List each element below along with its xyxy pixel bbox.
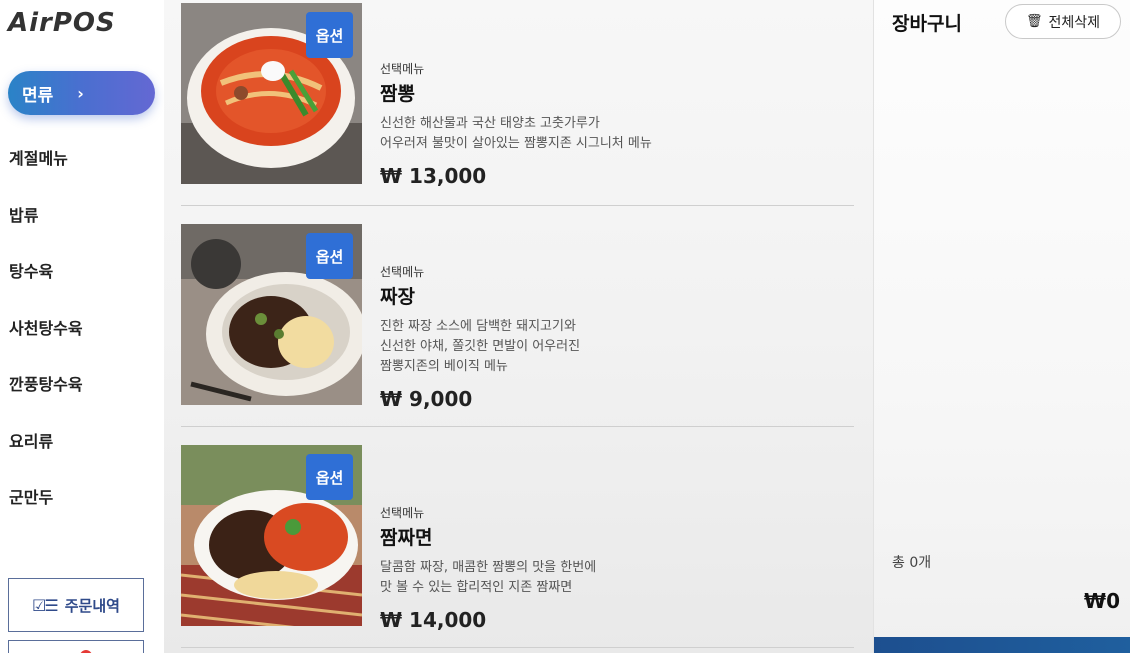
- menu-item-price: ₩ 9,000: [380, 387, 473, 411]
- category-sidebar: AirPOS 면류 › 계절메뉴 밥류 탕수육 사천탕수육 깐풍탕수육 요리류 …: [0, 0, 164, 653]
- menu-item-tag: 선택메뉴: [380, 506, 425, 520]
- category-item-dumplings[interactable]: 군만두: [9, 477, 159, 534]
- category-item-rice[interactable]: 밥류: [9, 195, 159, 252]
- menu-item-description: 진한 짜장 소스에 담백한 돼지고기와 신선한 야채, 쫄깃한 면발이 어우러진…: [380, 319, 581, 374]
- item-divider: [181, 647, 854, 648]
- menu-item-info: 선택메뉴 짜장 진한 짜장 소스에 담백한 돼지고기와 신선한 야채, 쫄깃한 …: [380, 263, 580, 411]
- category-item-seasonal[interactable]: 계절메뉴: [9, 138, 159, 195]
- category-active-noodles[interactable]: 면류 ›: [8, 71, 155, 115]
- call-staff-button[interactable]: [8, 640, 144, 653]
- option-badge: 옵션: [306, 233, 353, 279]
- cart-total-price: ₩0: [1084, 589, 1120, 613]
- item-divider: [181, 205, 854, 206]
- menu-item-tag: 선택메뉴: [380, 265, 425, 279]
- menu-item-name: 짬뽕: [380, 83, 415, 105]
- menu-item-price: ₩ 13,000: [380, 164, 487, 188]
- brand-logo: AirPOS: [8, 8, 116, 38]
- chevron-right-icon: ›: [77, 83, 84, 103]
- menu-item[interactable]: 옵션 선택메뉴 짬짜면 달콤함 짜장, 매콤한 짬뽕의 맛을 한번에 맛 볼 수…: [181, 442, 854, 653]
- category-item-tangsuyuk[interactable]: 탕수육: [9, 251, 159, 308]
- pay-button[interactable]: [874, 637, 1130, 653]
- menu-list: 옵션 선택메뉴 짬뽕 신선한 해산물과 국산 태양초 고춧가루가 어우러져 불맛…: [164, 0, 873, 653]
- menu-item-name: 짜장: [380, 286, 415, 308]
- item-divider: [181, 426, 854, 427]
- trash-icon: 🗑: [1025, 14, 1043, 29]
- menu-item[interactable]: 옵션 선택메뉴 짜장 진한 짜장 소스에 담백한 돼지고기와 신선한 야채, 쫄…: [181, 221, 854, 442]
- menu-item-info: 선택메뉴 짬뽕 신선한 해산물과 국산 태양초 고춧가루가 어우러져 불맛이 살…: [380, 60, 652, 188]
- option-badge: 옵션: [306, 12, 353, 58]
- option-badge: 옵션: [306, 454, 353, 500]
- menu-item-price: ₩ 14,000: [380, 608, 487, 632]
- category-item-kkanpung-tangsuyuk[interactable]: 깐풍탕수육: [9, 364, 159, 421]
- jjamjjamyeon-photo: 옵션: [181, 445, 362, 626]
- order-history-button[interactable]: ☑☰ 주문내역: [8, 578, 144, 632]
- category-list: 계절메뉴 밥류 탕수육 사천탕수육 깐풍탕수육 요리류 군만두: [9, 138, 159, 534]
- menu-item-description: 신선한 해산물과 국산 태양초 고춧가루가 어우러져 불맛이 살아있는 짬뽕지존…: [380, 116, 652, 151]
- order-history-label: 주문내역: [64, 596, 120, 615]
- clear-all-button[interactable]: 🗑 전체삭제: [1005, 4, 1121, 39]
- category-item-sichuan-tangsuyuk[interactable]: 사천탕수육: [9, 308, 159, 365]
- menu-item[interactable]: 옵션 선택메뉴 짬뽕 신선한 해산물과 국산 태양초 고춧가루가 어우러져 불맛…: [181, 0, 854, 221]
- menu-item-tag: 선택메뉴: [380, 62, 425, 76]
- jjamppong-photo: 옵션: [181, 3, 362, 184]
- cart-total-count: 총 0개: [892, 555, 932, 571]
- menu-item-info: 선택메뉴 짬짜면 달콤함 짜장, 매콤한 짬뽕의 맛을 한번에 맛 볼 수 있는…: [380, 504, 596, 632]
- cart-title: 장바구니: [892, 13, 962, 35]
- clear-all-label: 전체삭제: [1048, 14, 1101, 31]
- menu-item-name: 짬짜면: [380, 527, 433, 549]
- checklist-icon: ☑☰: [32, 595, 59, 615]
- menu-item-description: 달콤함 짜장, 매콤한 짬뽕의 맛을 한번에 맛 볼 수 있는 합리적인 지존 …: [380, 560, 597, 595]
- category-item-dishes[interactable]: 요리류: [9, 421, 159, 478]
- jjajang-photo: 옵션: [181, 224, 362, 405]
- category-active-label: 면류: [22, 85, 54, 106]
- cart-panel: 장바구니 🗑 전체삭제 총 0개 ₩0: [873, 0, 1130, 653]
